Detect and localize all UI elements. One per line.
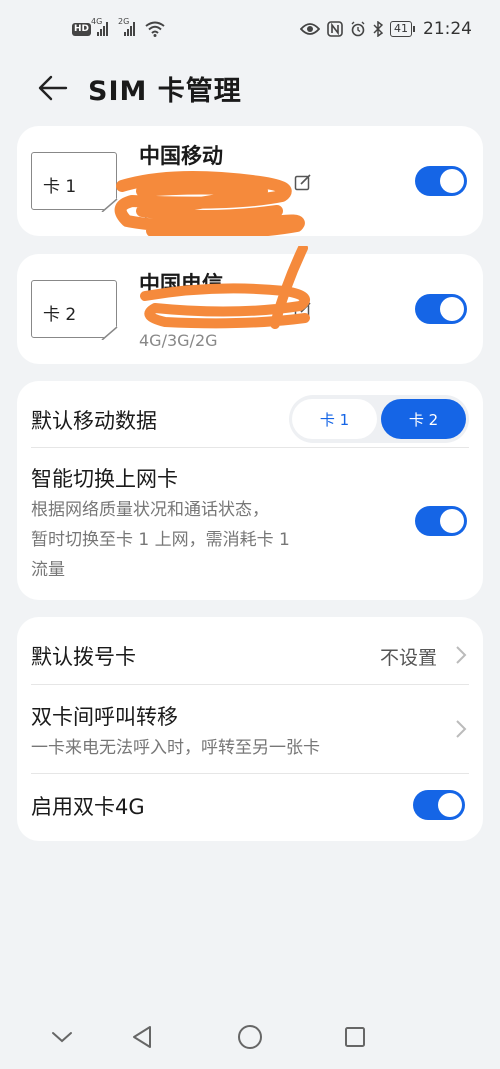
default-data-option-sim2[interactable]: 卡 2 <box>381 399 466 439</box>
default-dial-value: 不设置 <box>380 647 438 669</box>
call-forward-desc: 一卡来电无法呼入时，呼转至另一张卡 <box>31 738 320 758</box>
edit-icon[interactable] <box>294 173 312 191</box>
nav-recents-button[interactable] <box>337 1019 373 1055</box>
sim1-toggle[interactable] <box>415 166 467 196</box>
sim-network-type: 4G/3G/2G <box>139 331 218 350</box>
dual-4g-toggle[interactable] <box>413 790 465 820</box>
triangle-back-icon <box>133 1026 151 1048</box>
status-left: HD 4G 2G <box>72 17 165 37</box>
sim-corner <box>101 199 118 212</box>
smart-switch-toggle[interactable] <box>415 506 467 536</box>
app-header: SIM 卡管理 <box>0 62 500 114</box>
divider <box>31 447 469 448</box>
square-recents-icon <box>345 1027 365 1047</box>
sim-carrier-name: 中国移动 <box>139 144 223 168</box>
call-forward-title: 双卡间呼叫转移 <box>31 705 178 729</box>
default-dial-title: 默认拨号卡 <box>31 645 136 669</box>
sim-network-type: 4G <box>139 203 162 222</box>
system-nav-bar <box>0 1003 500 1069</box>
alarm-icon <box>351 21 365 37</box>
divider <box>31 773 469 774</box>
sim-slot-label: 卡 1 <box>43 177 77 197</box>
default-data-title: 默认移动数据 <box>31 409 157 433</box>
status-right: 41 21:24 <box>300 19 472 39</box>
hd-badge: HD <box>72 22 92 36</box>
sim-card-1: 卡 1 中国移动 5 4G <box>17 126 483 236</box>
bluetooth-icon <box>373 21 383 37</box>
sim-phone-number <box>139 302 309 324</box>
battery-icon: 41 <box>390 21 415 37</box>
default-data-option-sim1[interactable]: 卡 1 <box>292 399 377 439</box>
chevron-right-icon <box>456 720 467 738</box>
sim-carrier-name: 中国电信 <box>139 272 223 296</box>
dual-4g-title: 启用双卡4G <box>31 795 145 819</box>
sim-phone-number: 5 <box>261 174 272 193</box>
smart-switch-desc-1: 根据网络质量状况和通话状态， <box>31 500 269 520</box>
sim-corner <box>101 327 118 340</box>
chevron-down-icon <box>52 1032 72 1043</box>
sim2-signal-icon: 2G <box>118 17 136 36</box>
chevron-right-icon <box>456 646 467 664</box>
wifi-icon <box>145 21 165 37</box>
nav-home-button[interactable] <box>232 1019 268 1055</box>
data-settings-card: 默认移动数据 卡 1 卡 2 智能切换上网卡 根据网络质量状况和通话状态， 暂时… <box>17 381 483 600</box>
call-settings-card: 默认拨号卡 不设置 双卡间呼叫转移 一卡来电无法呼入时，呼转至另一张卡 启用双卡… <box>17 617 483 841</box>
back-button[interactable] <box>28 63 78 113</box>
smart-switch-desc-3: 流量 <box>31 560 65 580</box>
smart-switch-title: 智能切换上网卡 <box>31 467 178 491</box>
circle-home-icon <box>238 1025 262 1049</box>
page-title: SIM 卡管理 <box>88 75 242 107</box>
sim-slot-label: 卡 2 <box>43 305 77 325</box>
call-forward-row[interactable]: 双卡间呼叫转移 一卡来电无法呼入时，呼转至另一张卡 <box>17 685 483 773</box>
nav-collapse-button[interactable] <box>44 1019 80 1055</box>
default-dial-row[interactable]: 默认拨号卡 不设置 <box>17 617 483 684</box>
nav-back-button[interactable] <box>124 1019 160 1055</box>
sim1-signal-icon: 4G <box>91 17 109 36</box>
clock: 21:24 <box>423 19 472 39</box>
edit-icon[interactable] <box>294 301 312 319</box>
status-bar: HD 4G 2G 41 21:24 <box>0 0 500 58</box>
eye-icon <box>300 23 320 35</box>
sim-card-2: 卡 2 中国电信 4G/3G/2G <box>17 246 483 364</box>
default-data-selector: 卡 1 卡 2 <box>289 395 469 443</box>
nfc-icon <box>327 21 343 37</box>
sim2-toggle[interactable] <box>415 294 467 324</box>
smart-switch-desc-2: 暂时切换至卡 1 上网，需消耗卡 1 <box>31 530 290 550</box>
back-arrow-icon <box>38 75 68 101</box>
